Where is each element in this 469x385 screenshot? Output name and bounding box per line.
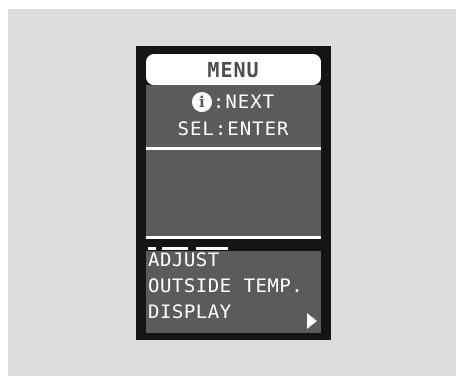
divider-bottom <box>146 236 321 239</box>
instruction-enter: SEL:ENTER <box>146 118 321 140</box>
instruction-area: i :NEXT SEL:ENTER <box>146 85 321 147</box>
menu-title-bar: MENU <box>146 54 321 85</box>
menu-title: MENU <box>207 57 260 82</box>
menu-item-adjust-outside-temp-display[interactable]: ADJUST OUTSIDE TEMP. DISPLAY <box>146 249 321 333</box>
info-icon: i <box>191 92 212 112</box>
triangle-right-icon <box>307 313 317 329</box>
display-screen: MENU i :NEXT SEL:ENTER ADJUST OUTSIDE TE… <box>136 46 331 340</box>
next-instruction-text: :NEXT <box>212 91 276 113</box>
menu-line-3: DISPLAY <box>148 301 232 323</box>
menu-line-1: ADJUST <box>148 249 220 271</box>
instruction-next: i :NEXT <box>146 91 321 113</box>
menu-line-2: OUTSIDE TEMP. <box>148 275 304 297</box>
enter-instruction-text: SEL:ENTER <box>177 118 290 140</box>
blank-display-area <box>146 150 321 236</box>
